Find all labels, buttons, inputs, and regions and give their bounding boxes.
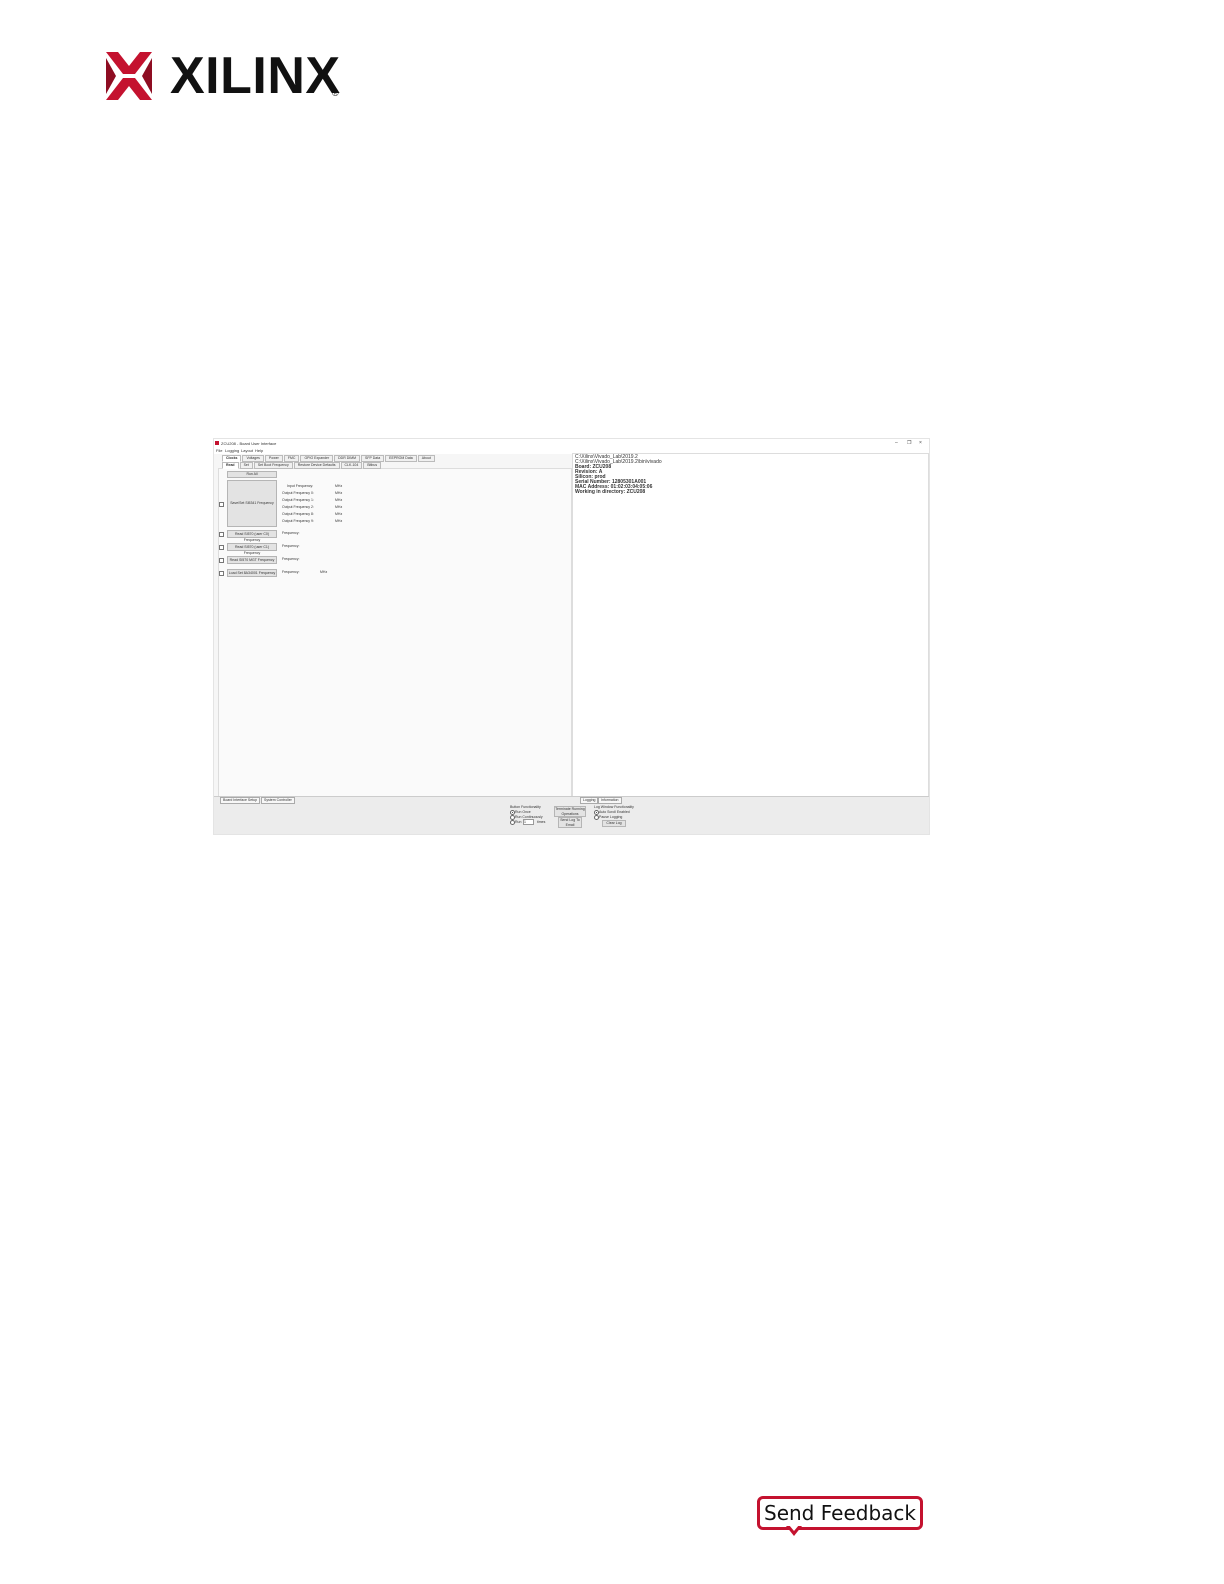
si5341-row-label: Output Frequency 9:: [282, 519, 314, 523]
tab-information[interactable]: Information: [598, 797, 622, 804]
pause-logging-label: Pause Logging: [599, 815, 623, 819]
frequency-label: Frequency:: [282, 531, 300, 535]
tab-about[interactable]: About: [417, 455, 435, 462]
close-button[interactable]: ×: [919, 440, 922, 446]
xilinx-logo: XILINX ®: [106, 48, 346, 104]
si570-c1-checkbox[interactable]: [219, 545, 224, 550]
tab-gpio-expander[interactable]: GPIO Expander: [300, 455, 334, 462]
si5341-row-unit: MHz: [335, 519, 343, 523]
title-bar: ZCU208 - Board User Interface – ❐ ×: [214, 439, 929, 447]
run-count-suffix: times: [537, 820, 546, 824]
si5341-row-unit: MHz: [335, 505, 343, 509]
si5341-button[interactable]: Save/Set Si5341 Frequency: [227, 480, 277, 527]
tab-fmc[interactable]: FMC: [283, 455, 300, 462]
run-count-input[interactable]: 1: [523, 819, 534, 825]
window-title: ZCU208 - Board User Interface: [221, 441, 277, 446]
frequency-unit: MHz: [320, 570, 328, 574]
feedback-tail-inner: [789, 1525, 799, 1531]
log-console[interactable]: C:\Xilinx\Vivado_Lab\2019.2 C:\Xilinx\Vi…: [572, 453, 929, 798]
log-window-label: Log Window Functionality: [594, 805, 634, 809]
subtab-restore-defaults[interactable]: Restore Device Defaults: [293, 462, 340, 469]
sub-tabs: Read Set Set Boot Frequency Restore Devi…: [222, 462, 382, 469]
bottom-panel: Board Interface Setup System Controller …: [214, 796, 929, 834]
si5341-row-label: Output Frequency 1:: [282, 498, 314, 502]
load-8a34001-button[interactable]: Load Set 8A34001 Frequency: [227, 569, 277, 577]
menu-logging[interactable]: Logging: [225, 448, 239, 453]
tab-clocks[interactable]: Clocks: [222, 455, 242, 462]
app-icon: [215, 441, 219, 445]
read-si570-c0-button[interactable]: Read SI570 (user C0) Frequency: [227, 530, 277, 542]
si570-mgt-checkbox[interactable]: [219, 558, 224, 563]
controls-pane: Run All Save/Set Si5341 Frequency Input …: [218, 468, 572, 798]
console-line: Working in directory: ZCU208: [575, 489, 646, 495]
send-feedback-button[interactable]: Send Feedback: [757, 1496, 923, 1530]
tab-voltages[interactable]: Voltages: [242, 455, 264, 462]
logo-wordmark: XILINX: [170, 47, 341, 105]
main-tabs: Clocks Voltages Power FMC GPIO Expander …: [222, 455, 435, 462]
frequency-label: Frequency:: [282, 570, 300, 574]
frequency-label: Frequency:: [282, 544, 300, 548]
tab-system-controller[interactable]: System Controller: [261, 797, 295, 804]
subtab-read[interactable]: Read: [222, 462, 239, 469]
si5341-row-unit: MHz: [335, 491, 343, 495]
tab-power[interactable]: Power: [264, 455, 283, 462]
si5341-row-label: Output Frequency 0:: [282, 491, 314, 495]
menu-help[interactable]: Help: [255, 448, 263, 453]
si5341-row-label: Output Frequency 8:: [282, 512, 314, 516]
tab-ddr-dimm[interactable]: DDR DIMM: [334, 455, 361, 462]
auto-scroll-label: Auto Scroll Enabled: [599, 810, 630, 814]
clear-log-button[interactable]: Clear Log: [602, 820, 626, 827]
maximize-button[interactable]: ❐: [907, 440, 911, 446]
si5341-row-label: Input Frequency:: [287, 484, 314, 488]
button-functionality-label: Button Functionality: [510, 805, 541, 809]
registered-mark: ®: [332, 88, 339, 98]
run-all-button[interactable]: Run All: [227, 471, 277, 478]
subtab-bitbus[interactable]: Bitbus: [363, 462, 382, 469]
frequency-label: Frequency:: [282, 557, 300, 561]
menu-file[interactable]: File: [216, 448, 222, 453]
subtab-set[interactable]: Set: [239, 462, 253, 469]
read-si570-c1-button[interactable]: Read SI570 (user C1) Frequency: [227, 543, 277, 555]
si5341-row-unit: MHz: [335, 498, 343, 502]
menu-layout[interactable]: Layout: [241, 448, 253, 453]
send-log-email-button[interactable]: Send Log To Email: [558, 817, 582, 828]
si5341-row-unit: MHz: [335, 512, 343, 516]
si570-c0-checkbox[interactable]: [219, 532, 224, 537]
terminate-operations-button[interactable]: Terminate Running Operations: [554, 806, 586, 817]
8a34001-checkbox[interactable]: [219, 571, 224, 576]
run-once-label: Run Once: [515, 810, 531, 814]
run-count-prefix: Run: [515, 820, 522, 824]
tab-board-interface-setup[interactable]: Board Interface Setup: [220, 797, 261, 804]
tab-eeprom-data[interactable]: EEPROM Data: [385, 455, 417, 462]
bui-window: ZCU208 - Board User Interface – ❐ × File…: [213, 438, 930, 835]
xilinx-mark-icon: [106, 52, 152, 100]
si5341-row-label: Output Frequency 2:: [282, 505, 314, 509]
tab-logging[interactable]: Logging: [580, 797, 599, 804]
subtab-clk-104[interactable]: CLK-104: [340, 462, 363, 469]
si5341-checkbox[interactable]: [219, 502, 224, 507]
read-si570-mgt-button[interactable]: Read SI570 MGT Frequency: [227, 556, 277, 564]
si5341-row-unit: MHz: [335, 484, 343, 488]
subtab-set-boot-frequency[interactable]: Set Boot Frequency: [253, 462, 293, 469]
minimize-button[interactable]: –: [895, 440, 898, 446]
tab-sfp-data[interactable]: SFP Data: [361, 455, 385, 462]
